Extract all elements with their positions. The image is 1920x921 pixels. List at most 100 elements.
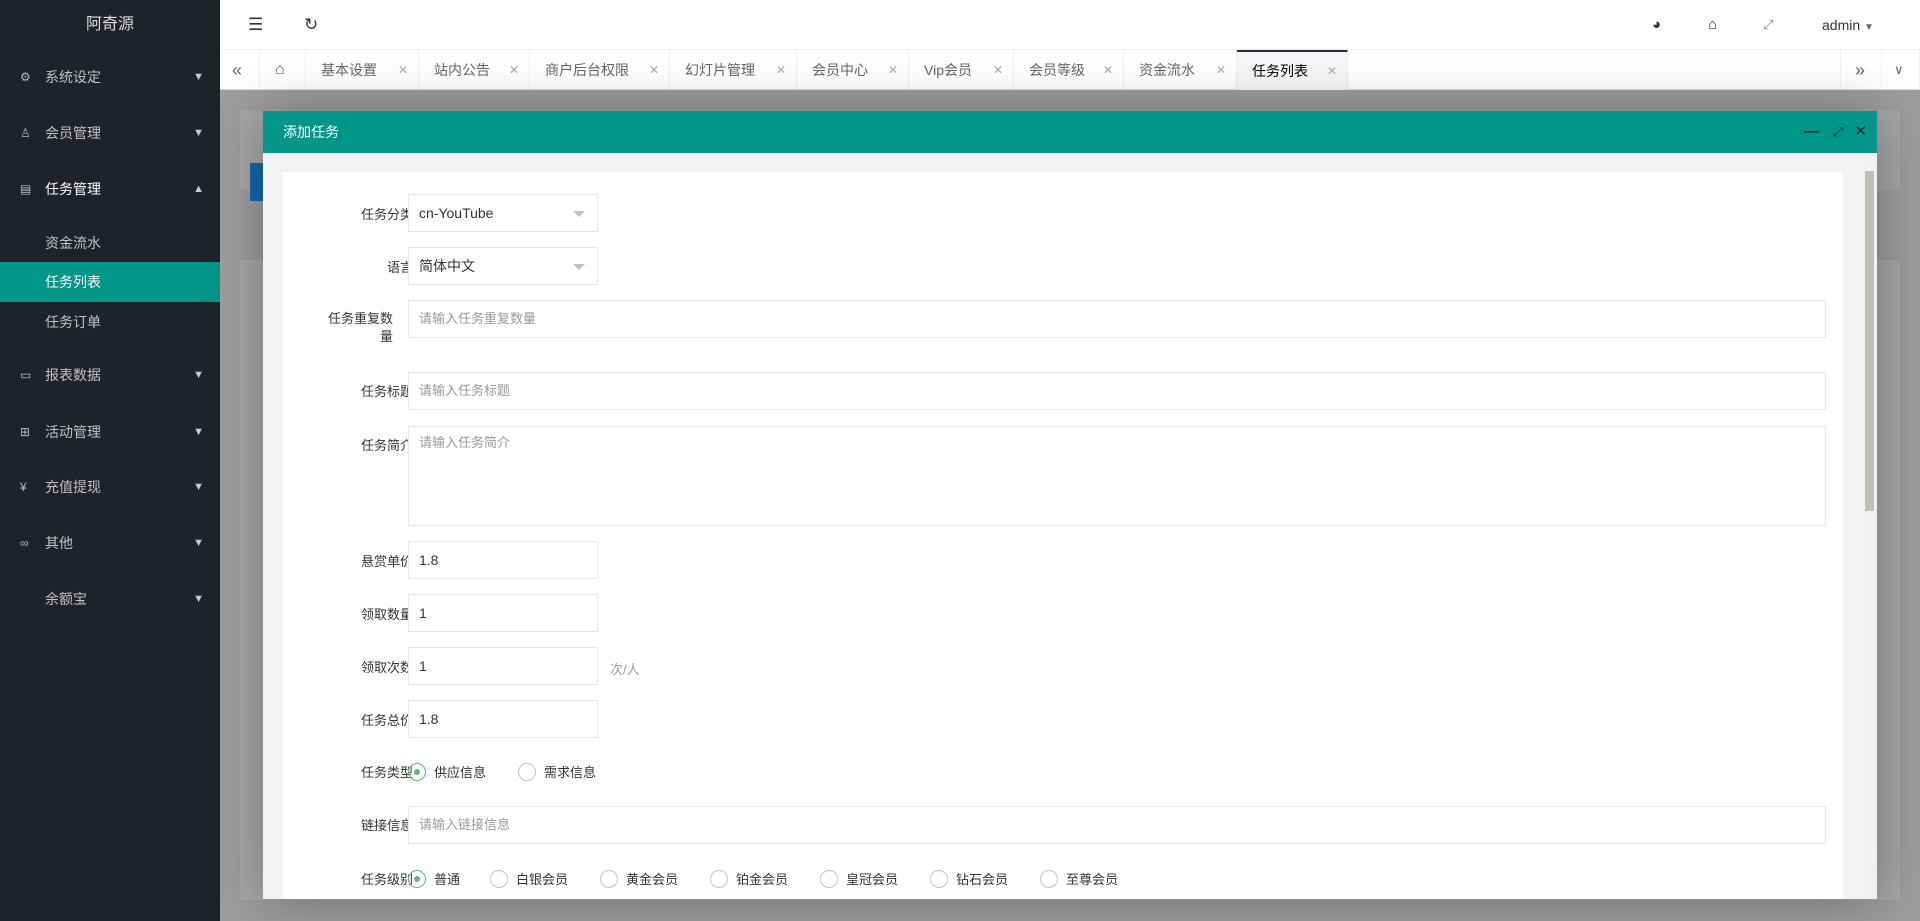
modal-title: 添加任务 bbox=[283, 124, 339, 140]
tab-bar: « ⌂ 基本设置 ✕ 站内公告 ✕ 商户后台权限✕ 幻灯片管理 ✕ 会员中心 ✕ Vip… bbox=[220, 50, 1920, 90]
close-icon[interactable]: ✕ bbox=[1216, 50, 1226, 90]
radio-checked-icon bbox=[408, 763, 426, 781]
sidebar-subitem-fund-flow[interactable]: 资金流水 bbox=[0, 223, 220, 263]
repeat-input[interactable]: 请输入任务重复数量 bbox=[408, 300, 1826, 338]
sidebar-subitem-task-orders[interactable]: 任务订单 bbox=[0, 302, 220, 342]
tab-member-center[interactable]: 会员中心 ✕ bbox=[797, 50, 909, 90]
sidebar-item-other[interactable]: ∞其他▼ bbox=[0, 521, 220, 565]
category-select[interactable]: cn-YouTube bbox=[408, 194, 598, 232]
form-card: 任务分类 cn-YouTube 语言 简体中文 任务重复数量 请输入任务重复数量… bbox=[283, 172, 1843, 899]
maximize-icon[interactable]: ⤢ bbox=[1833, 111, 1843, 153]
sidebar-item-label: 其他 bbox=[45, 535, 73, 551]
radio-level-crown[interactable]: 皇冠会员 bbox=[820, 871, 898, 889]
tab-basic-settings[interactable]: 基本设置 ✕ bbox=[306, 50, 419, 90]
radio-unchecked-icon bbox=[600, 870, 618, 888]
radio-level-supreme[interactable]: 至尊会员 bbox=[1040, 871, 1118, 889]
label-intro: 任务简介 bbox=[283, 437, 413, 455]
sidebar-item-label: 报表数据 bbox=[45, 367, 101, 383]
tab-slides[interactable]: 幻灯片管理 ✕ bbox=[670, 50, 797, 90]
claim-qty-input[interactable]: 1 bbox=[408, 594, 598, 632]
tab-task-list[interactable]: 任务列表✕ bbox=[1237, 50, 1348, 90]
sidebar-item-members[interactable]: ♙会员管理▼ bbox=[0, 111, 220, 155]
home-icon[interactable]: ⌂ bbox=[260, 50, 306, 90]
radio-level-platinum[interactable]: 铂金会员 bbox=[710, 871, 788, 889]
radio-type-demand[interactable]: 需求信息 bbox=[518, 764, 596, 782]
radio-unchecked-icon bbox=[518, 763, 536, 781]
radio-unchecked-icon bbox=[710, 870, 728, 888]
radio-level-diamond[interactable]: 钻石会员 bbox=[930, 871, 1008, 889]
tab-merchant-permissions[interactable]: 商户后台权限✕ bbox=[530, 50, 670, 90]
menu-toggle-icon[interactable]: ☰ bbox=[248, 0, 263, 50]
chevron-down-icon: ▼ bbox=[193, 465, 204, 509]
unit-price-input[interactable]: 1.8 bbox=[408, 541, 598, 579]
close-icon[interactable]: ✕ bbox=[398, 50, 408, 90]
gear-icon: ⚙ bbox=[20, 55, 31, 99]
radio-label: 黄金会员 bbox=[626, 872, 678, 887]
close-icon[interactable]: ✕ bbox=[776, 50, 786, 90]
radio-label: 铂金会员 bbox=[736, 872, 788, 887]
close-icon[interactable]: ✕ bbox=[509, 50, 519, 90]
language-select[interactable]: 简体中文 bbox=[408, 247, 598, 285]
tabs-scroll-left-icon[interactable]: « bbox=[220, 50, 260, 90]
tab-label: 幻灯片管理 bbox=[685, 62, 755, 78]
tab-vip[interactable]: Vip会员✕ bbox=[909, 50, 1014, 90]
close-icon[interactable]: ✕ bbox=[993, 50, 1003, 90]
label-category: 任务分类 bbox=[283, 206, 413, 224]
radio-label: 普通 bbox=[434, 872, 460, 887]
scrollbar-thumb[interactable] bbox=[1865, 171, 1874, 511]
book-icon: ⊞ bbox=[20, 410, 30, 454]
intro-textarea[interactable]: 请输入任务简介 bbox=[408, 426, 1826, 526]
tabs-scroll-right-icon[interactable]: » bbox=[1840, 50, 1882, 90]
tab-fund-flow[interactable]: 资金流水✕ bbox=[1124, 50, 1237, 90]
refresh-icon[interactable]: ↻ bbox=[304, 0, 318, 50]
sidebar-item-recharge[interactable]: ¥充值提现▼ bbox=[0, 465, 220, 509]
radio-level-silver[interactable]: 白银会员 bbox=[490, 871, 568, 889]
sidebar-item-tasks[interactable]: ▤任务管理▲ bbox=[0, 167, 220, 211]
tab-label: 会员中心 bbox=[812, 62, 868, 78]
tab-announcements[interactable]: 站内公告 ✕ bbox=[419, 50, 530, 90]
tab-label: 站内公告 bbox=[434, 62, 490, 78]
sidebar-item-reports[interactable]: ▭报表数据▼ bbox=[0, 353, 220, 397]
add-task-modal: 添加任务 — ⤢ ✕ 任务分类 cn-YouTube 语言 简体中文 任务重复数… bbox=[263, 111, 1877, 899]
close-icon[interactable]: ✕ bbox=[1327, 52, 1337, 90]
sidebar-item-activities[interactable]: ⊞活动管理▼ bbox=[0, 410, 220, 454]
link-input[interactable]: 请输入链接信息 bbox=[408, 806, 1826, 844]
document-icon: ▤ bbox=[20, 167, 31, 211]
close-icon[interactable]: ✕ bbox=[1854, 111, 1867, 153]
radio-type-supply[interactable]: 供应信息 bbox=[408, 764, 486, 782]
close-icon[interactable]: ✕ bbox=[649, 50, 659, 90]
radio-unchecked-icon bbox=[930, 870, 948, 888]
total-input[interactable]: 1.8 bbox=[408, 700, 598, 738]
modal-scrollbar[interactable] bbox=[1862, 153, 1877, 899]
chevron-down-icon bbox=[573, 211, 585, 217]
claim-times-input[interactable]: 1 bbox=[408, 647, 598, 685]
sidebar-item-system[interactable]: ⚙系统设定▼ bbox=[0, 55, 220, 99]
title-input[interactable]: 请输入任务标题 bbox=[408, 372, 1826, 410]
minimize-icon[interactable]: — bbox=[1804, 111, 1819, 153]
user-menu[interactable]: admin ▼ bbox=[1822, 0, 1874, 50]
radio-label: 至尊会员 bbox=[1066, 872, 1118, 887]
tab-member-levels[interactable]: 会员等级✕ bbox=[1014, 50, 1124, 90]
logo: 阿奇源 bbox=[0, 0, 220, 50]
claim-times-suffix: 次/人 bbox=[610, 659, 640, 678]
sidebar-item-label: 任务管理 bbox=[45, 181, 101, 197]
fullscreen-icon[interactable]: ⤢ bbox=[1763, 0, 1773, 50]
sidebar-item-yuebao[interactable]: 余额宝▼ bbox=[0, 577, 220, 621]
sidebar-subitem-task-list[interactable]: 任务列表 bbox=[0, 262, 220, 302]
radio-level-normal[interactable]: 普通 bbox=[408, 871, 460, 889]
close-icon[interactable]: ✕ bbox=[888, 50, 898, 90]
tabs-dropdown-icon[interactable]: ∨ bbox=[1882, 50, 1920, 90]
close-icon[interactable]: ✕ bbox=[1103, 50, 1113, 90]
label-type: 任务类型 bbox=[283, 764, 413, 782]
tab-label: 基本设置 bbox=[321, 62, 377, 78]
chevron-down-icon: ▼ bbox=[193, 111, 204, 155]
radio-level-gold[interactable]: 黄金会员 bbox=[600, 871, 678, 889]
palette-icon[interactable]: ◕ bbox=[1652, 0, 1661, 50]
label-repeat: 任务重复数量 bbox=[323, 310, 393, 346]
tag-icon[interactable]: ⌂ bbox=[1708, 0, 1717, 50]
label-unit-price: 悬赏单价 bbox=[283, 553, 413, 571]
radio-unchecked-icon bbox=[1040, 870, 1058, 888]
link-icon: ∞ bbox=[20, 521, 29, 565]
chevron-down-icon bbox=[573, 264, 585, 270]
chevron-down-icon: ▼ bbox=[193, 55, 204, 99]
